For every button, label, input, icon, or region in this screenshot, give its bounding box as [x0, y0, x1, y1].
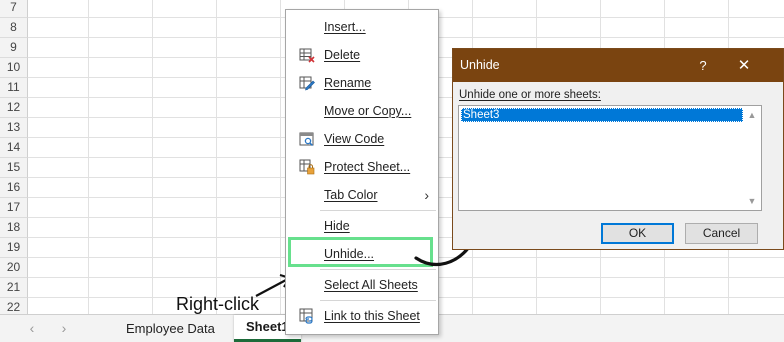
- scroll-up-icon[interactable]: ▲: [745, 108, 759, 122]
- menu-item-label: Delete: [324, 48, 361, 62]
- row-header[interactable]: 8: [0, 18, 28, 38]
- help-icon[interactable]: ?: [693, 49, 713, 82]
- menu-item-label: Link to this Sheet: [324, 309, 420, 323]
- menu-item-insert[interactable]: Insert...: [287, 14, 437, 40]
- menu-item-label: Rename: [324, 76, 372, 90]
- menu-item-label: Move or Copy...: [324, 104, 412, 118]
- view-code-icon: [299, 132, 314, 146]
- dialog-prompt: Unhide one or more sheets:: [459, 89, 601, 101]
- row-header[interactable]: 21: [0, 278, 28, 298]
- row-header[interactable]: 19: [0, 238, 28, 258]
- menu-item-label: Select All Sheets: [324, 278, 418, 292]
- menu-item-delete[interactable]: Delete: [287, 42, 437, 68]
- tab-employee-data[interactable]: Employee Data: [114, 315, 227, 342]
- menu-item-label: Protect Sheet...: [324, 160, 411, 174]
- chevron-right-icon: ›: [424, 187, 429, 203]
- menu-item-label: View Code: [324, 132, 385, 146]
- menu-item-label: Unhide...: [324, 247, 375, 261]
- hidden-sheets-list[interactable]: Sheet3 ▲ ▼: [458, 105, 762, 211]
- annotation-label: Right-click: [176, 294, 260, 314]
- menu-separator: [320, 210, 436, 211]
- sheet-context-menu: Insert... Delete Rename Move or Copy... …: [285, 9, 439, 335]
- rename-sheet-icon: [299, 76, 315, 91]
- row-header[interactable]: 11: [0, 78, 28, 98]
- menu-item-protect-sheet[interactable]: Protect Sheet...: [287, 154, 437, 180]
- row-header[interactable]: 17: [0, 198, 28, 218]
- row-header[interactable]: 15: [0, 158, 28, 178]
- row-header[interactable]: 20: [0, 258, 28, 278]
- row-header[interactable]: 13: [0, 118, 28, 138]
- row-header[interactable]: 22: [0, 298, 28, 314]
- menu-item-select-all-sheets[interactable]: Select All Sheets: [287, 272, 437, 298]
- unhide-dialog: Unhide ? ✕ Unhide one or more sheets: Sh…: [452, 48, 784, 250]
- row-header[interactable]: 9: [0, 38, 28, 58]
- row-header[interactable]: 12: [0, 98, 28, 118]
- scroll-down-icon[interactable]: ▼: [745, 194, 759, 208]
- dialog-titlebar[interactable]: Unhide ? ✕: [453, 49, 783, 82]
- row-header[interactable]: 18: [0, 218, 28, 238]
- link-sheet-icon: [299, 308, 313, 324]
- menu-item-rename[interactable]: Rename: [287, 70, 437, 96]
- ok-button[interactable]: OK: [601, 223, 674, 244]
- close-icon[interactable]: ✕: [733, 49, 755, 82]
- menu-item-view-code[interactable]: View Code: [287, 126, 437, 152]
- list-item-sheet3[interactable]: Sheet3: [461, 108, 743, 122]
- row-header[interactable]: 10: [0, 58, 28, 78]
- row-header[interactable]: 14: [0, 138, 28, 158]
- row-header[interactable]: 7: [0, 0, 28, 18]
- scroll-tabs-left-button[interactable]: ‹: [23, 319, 41, 337]
- menu-item-link-to-this-sheet[interactable]: Link to this Sheet: [287, 303, 437, 329]
- menu-item-label: Insert...: [324, 20, 366, 34]
- row-header[interactable]: 16: [0, 178, 28, 198]
- menu-item-move-or-copy[interactable]: Move or Copy...: [287, 98, 437, 124]
- dialog-title: Unhide: [460, 58, 500, 72]
- delete-sheet-icon: [299, 48, 315, 63]
- protect-sheet-icon: [299, 159, 315, 175]
- menu-item-label: Hide: [324, 219, 350, 233]
- menu-separator: [320, 300, 436, 301]
- scroll-tabs-right-button[interactable]: ›: [55, 319, 73, 337]
- cancel-button[interactable]: Cancel: [685, 223, 758, 244]
- menu-item-tab-color[interactable]: Tab Color ›: [287, 182, 437, 208]
- menu-item-label: Tab Color: [324, 188, 378, 202]
